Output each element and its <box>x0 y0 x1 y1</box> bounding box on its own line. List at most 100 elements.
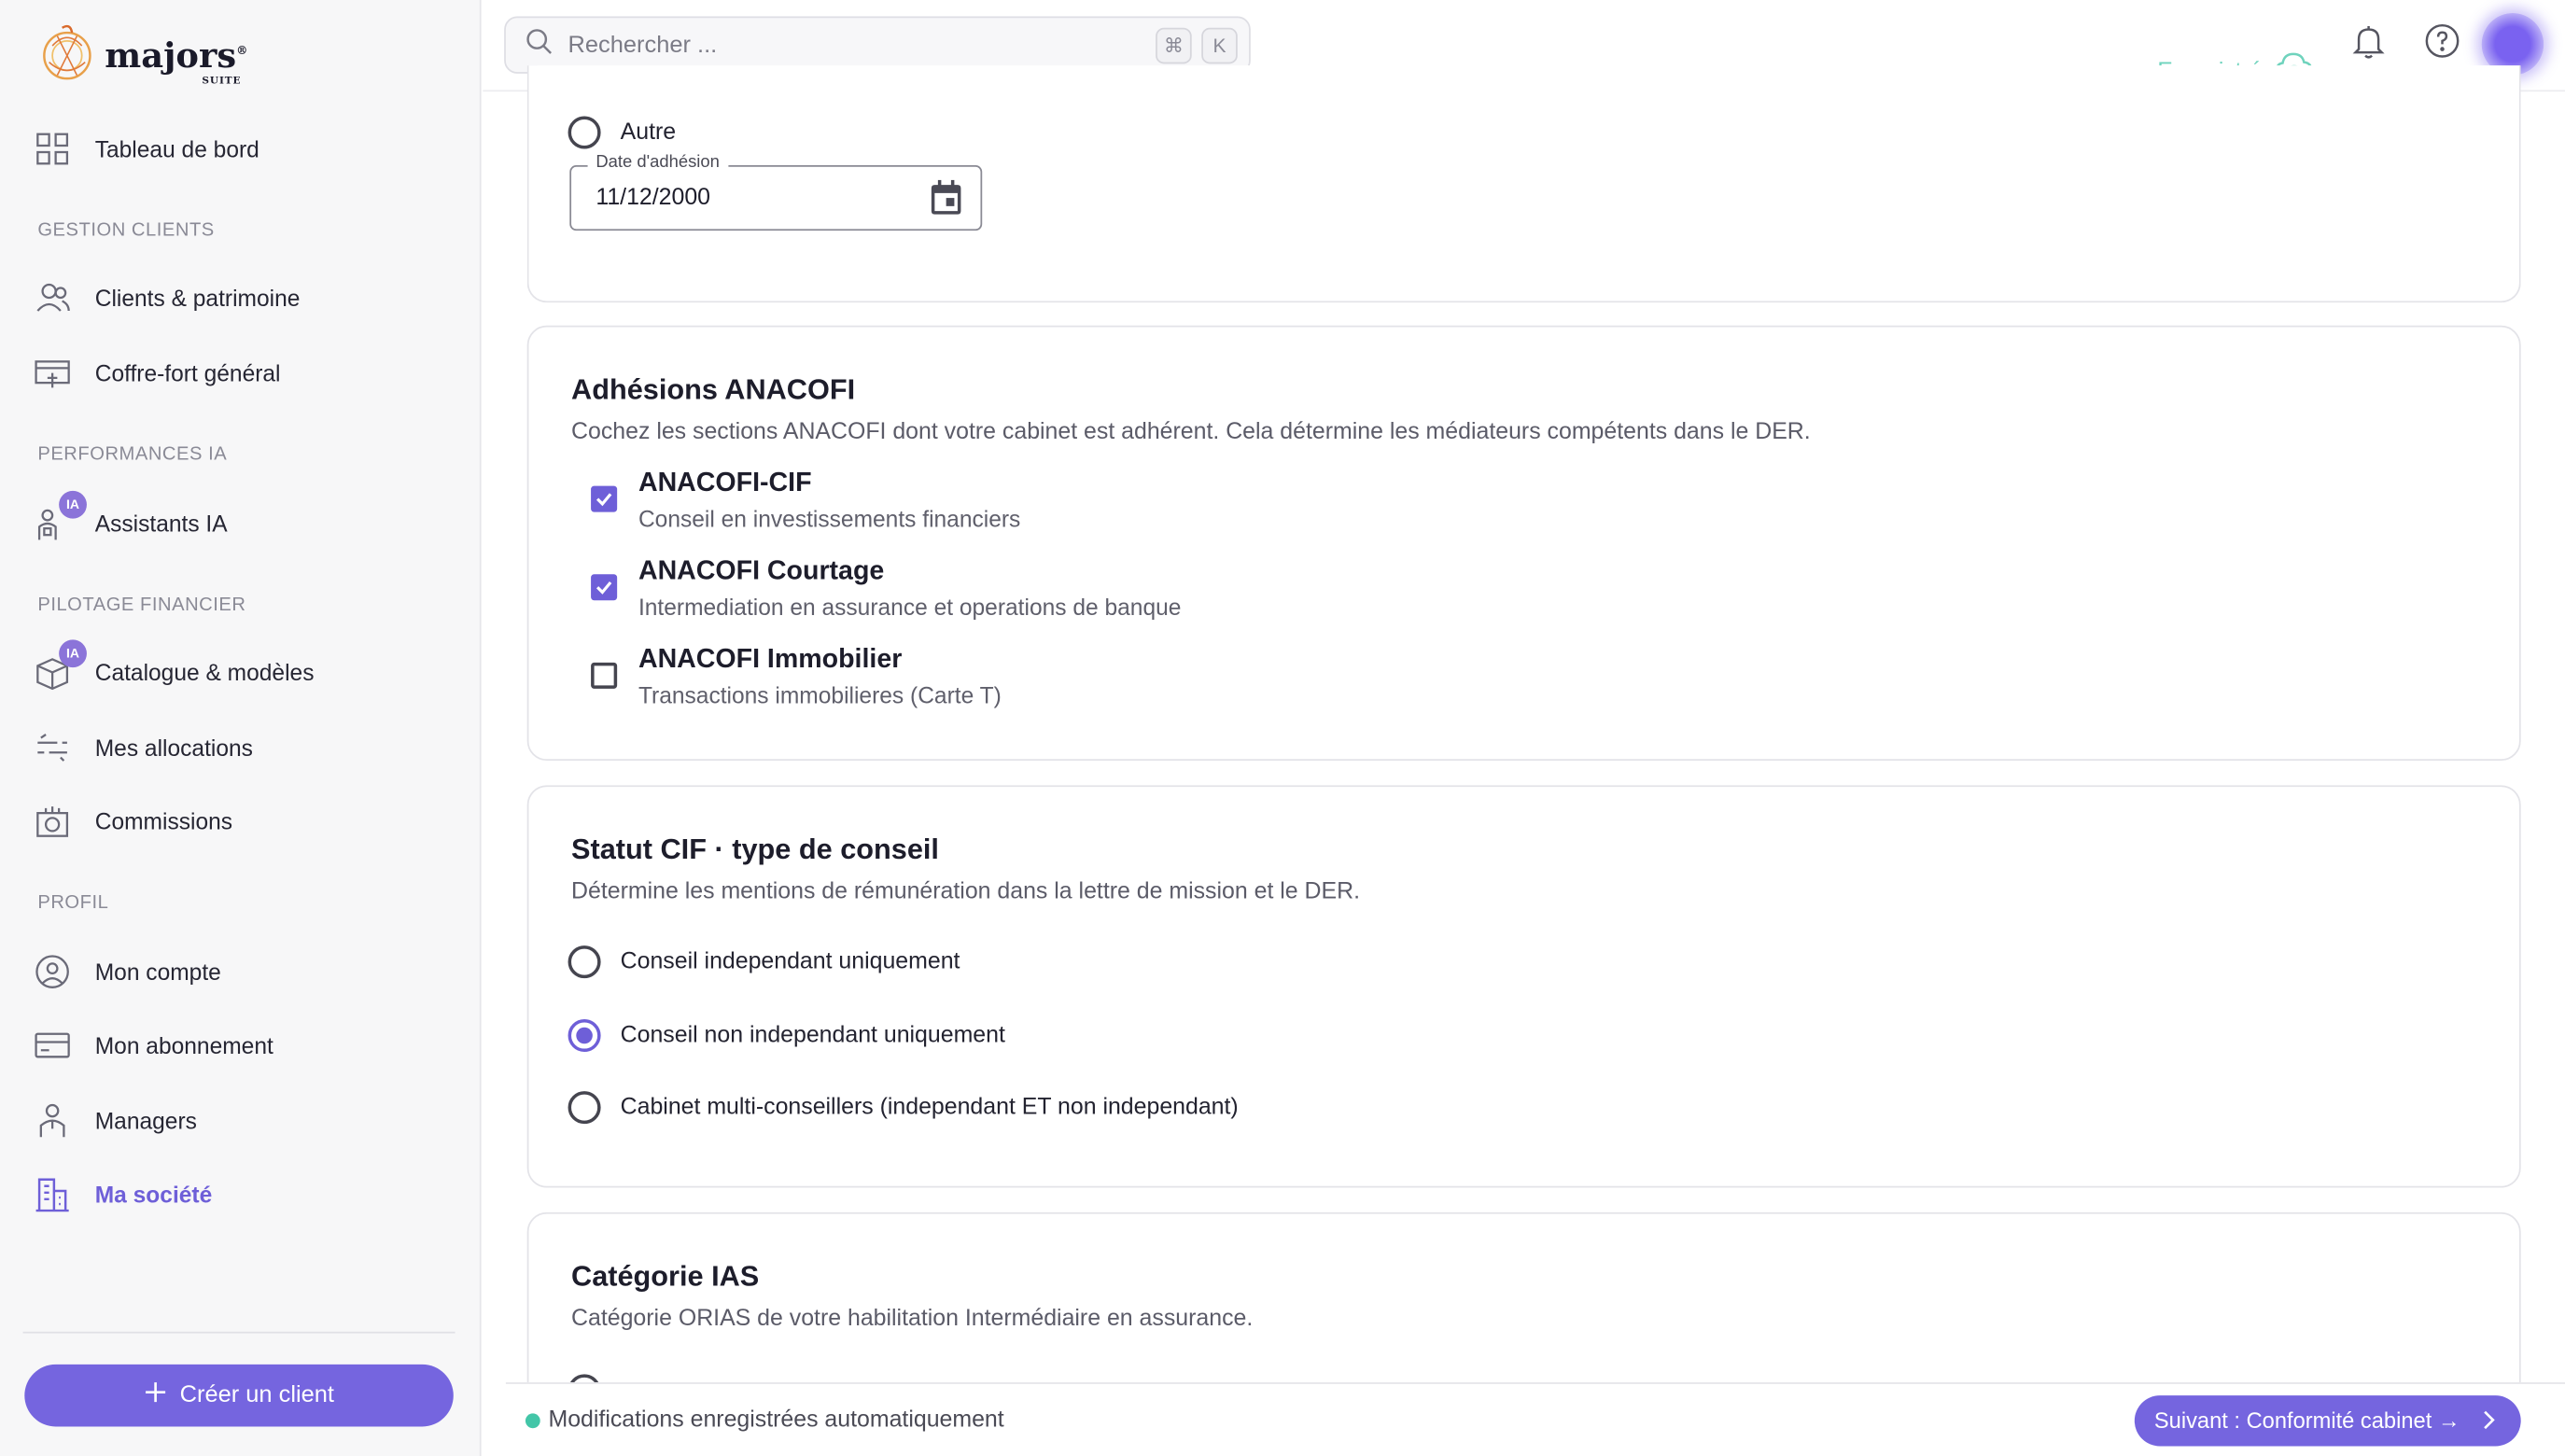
next-button-label: Suivant : Conformité cabinet → <box>2153 1408 2460 1434</box>
option-title: ANACOFI-CIF <box>638 468 812 497</box>
option-title: ANACOFI Immobilier <box>638 644 903 675</box>
option-title: ANACOFI Courtage <box>638 555 885 586</box>
card-subtitle: Cochez les sections ANACOFI dont votre c… <box>571 418 1811 445</box>
user-circle-icon <box>33 952 72 991</box>
sidebar-item-label: Assistants IA <box>94 510 228 537</box>
sidebar-item-label: Clients & patrimoine <box>94 284 301 312</box>
sidebar-item-label: Catalogue & modèles <box>94 659 315 686</box>
ia-badge: IA <box>59 490 87 519</box>
sidebar-item-catalogue[interactable]: IA Catalogue & modèles <box>33 639 442 697</box>
option-description: Transactions immobilieres (Carte T) <box>638 681 1002 708</box>
manager-icon <box>33 1101 72 1141</box>
card-anacofi: Adhésions ANACOFI Cochez les sections AN… <box>526 325 2521 762</box>
sidebar-item-allocations[interactable]: Mes allocations <box>33 723 442 773</box>
sidebar-item-label: Mon abonnement <box>94 1032 273 1059</box>
radio-button[interactable] <box>568 116 601 149</box>
cmd-key-hint: ⌘ <box>1156 27 1192 64</box>
footer-bar: Modifications enregistrées automatiqueme… <box>505 1382 2565 1456</box>
sidebar-item-assistants-ia[interactable]: IA Assistants IA <box>33 490 442 549</box>
radio-multi-conseillers[interactable]: Cabinet multi-conseillers (independant E… <box>568 1091 1239 1125</box>
users-icon <box>33 278 72 317</box>
sidebar-item-label: Mon compte <box>94 959 221 986</box>
option-description: Intermediation en assurance et operation… <box>638 594 1182 621</box>
create-client-button[interactable]: Créer un client <box>24 1364 454 1427</box>
create-client-label: Créer un client <box>179 1382 335 1409</box>
sidebar-item-abonnement[interactable]: Mon abonnement <box>33 1021 442 1071</box>
card-title: Statut CIF · type de conseil <box>571 833 939 866</box>
card-subtitle: Catégorie ORIAS de votre habilitation In… <box>571 1305 1254 1332</box>
checkmark-icon <box>596 493 612 507</box>
sidebar-item-coffre-fort[interactable]: Coffre-fort général <box>33 348 442 398</box>
vault-icon <box>33 354 72 393</box>
box-icon: IA <box>33 639 87 692</box>
sliders-icon <box>33 728 72 767</box>
plus-icon <box>144 1380 167 1410</box>
checkbox-anacofi-immobilier[interactable]: ANACOFI Immobilier Transactions immobili… <box>591 645 1002 708</box>
coins-icon <box>33 802 72 841</box>
date-adhesion-value: 11/12/2000 <box>596 185 711 212</box>
sidebar-item-label: Managers <box>94 1107 197 1134</box>
radio-conseil-non-independant[interactable]: Conseil non independant uniquement <box>568 1018 1005 1053</box>
option-description: Conseil en investissements financiers <box>638 505 1021 532</box>
section-label-finance: PILOTAGE FINANCIER <box>37 595 246 616</box>
grid-icon <box>33 129 72 168</box>
card-subtitle: Détermine les mentions de rémunération d… <box>571 878 1361 905</box>
checkbox-anacofi-courtage[interactable]: ANACOFI Courtage Intermediation en assur… <box>591 556 1181 620</box>
sidebar-item-managers[interactable]: Managers <box>33 1096 442 1145</box>
help-icon <box>2424 22 2460 66</box>
checkbox-anacofi-cif[interactable]: ANACOFI-CIF Conseil en investissements f… <box>591 468 1021 532</box>
help-button[interactable] <box>2421 23 2464 66</box>
logo-suite: SUITE <box>202 74 242 87</box>
calendar-icon[interactable] <box>930 179 962 224</box>
next-button[interactable]: Suivant : Conformité cabinet → <box>2134 1395 2521 1447</box>
card-title: Adhésions ANACOFI <box>571 372 856 406</box>
radio-autre[interactable]: Autre <box>568 116 677 149</box>
sidebar: majors® SUITE Tableau de bord GESTION CL… <box>0 0 482 1456</box>
radio-label: Autre <box>620 119 677 146</box>
app-window: majors® SUITE Tableau de bord GESTION CL… <box>0 0 2565 1456</box>
sidebar-item-commissions[interactable]: Commissions <box>33 797 442 847</box>
ia-badge: IA <box>59 639 87 668</box>
checkbox[interactable] <box>591 485 618 512</box>
logo[interactable]: majors® SUITE <box>39 23 248 87</box>
k-key-hint: K <box>1201 27 1238 64</box>
radio-label: Conseil non independant uniquement <box>620 1022 1005 1049</box>
date-adhesion-field[interactable]: Date d'adhésion 11/12/2000 <box>569 152 983 231</box>
sidebar-item-ma-societe[interactable]: Ma société <box>33 1169 442 1219</box>
radio-button[interactable] <box>568 1018 601 1053</box>
section-label-ia: PERFORMANCES IA <box>37 444 228 465</box>
sidebar-item-label: Commissions <box>94 807 233 834</box>
section-label-clients: GESTION CLIENTS <box>37 220 215 241</box>
date-adhesion-label: Date d'adhésion <box>587 152 728 173</box>
status-dot <box>525 1412 540 1428</box>
search-input[interactable] <box>568 32 1125 59</box>
card-adhesion-date: Autre Date d'adhésion 11/12/2000 <box>526 65 2521 303</box>
logo-text: majors® SUITE <box>105 33 248 87</box>
radio-button[interactable] <box>568 945 601 979</box>
search-icon <box>526 27 554 63</box>
autosave-status: Modifications enregistrées automatiqueme… <box>525 1407 1004 1434</box>
card-statut-cif: Statut CIF · type de conseil Détermine l… <box>526 785 2521 1188</box>
radio-button[interactable] <box>568 1091 601 1125</box>
notifications-button[interactable] <box>2348 23 2390 66</box>
bell-icon <box>2350 22 2387 66</box>
assistant-icon: IA <box>33 490 87 543</box>
checkbox[interactable] <box>591 574 618 601</box>
radio-label: Cabinet multi-conseillers (independant E… <box>620 1094 1239 1121</box>
radio-label: Conseil independant uniquement <box>620 948 960 975</box>
sidebar-item-label: Coffre-fort général <box>94 359 281 386</box>
sidebar-item-mon-compte[interactable]: Mon compte <box>33 947 442 997</box>
building-icon <box>33 1175 72 1214</box>
checkmark-icon <box>596 581 612 595</box>
card-icon <box>33 1026 72 1065</box>
sidebar-item-label: Ma société <box>94 1181 213 1208</box>
sidebar-item-dashboard[interactable]: Tableau de bord <box>33 124 442 174</box>
radio-conseil-independant[interactable]: Conseil independant uniquement <box>568 945 960 979</box>
autosave-label: Modifications enregistrées automatiqueme… <box>548 1407 1004 1434</box>
logo-icon <box>43 24 91 80</box>
section-label-profil: PROFIL <box>37 893 109 914</box>
sidebar-item-label: Tableau de bord <box>94 135 259 162</box>
sidebar-item-label: Mes allocations <box>94 735 253 762</box>
sidebar-item-clients[interactable]: Clients & patrimoine <box>33 273 442 323</box>
checkbox[interactable] <box>591 662 618 689</box>
